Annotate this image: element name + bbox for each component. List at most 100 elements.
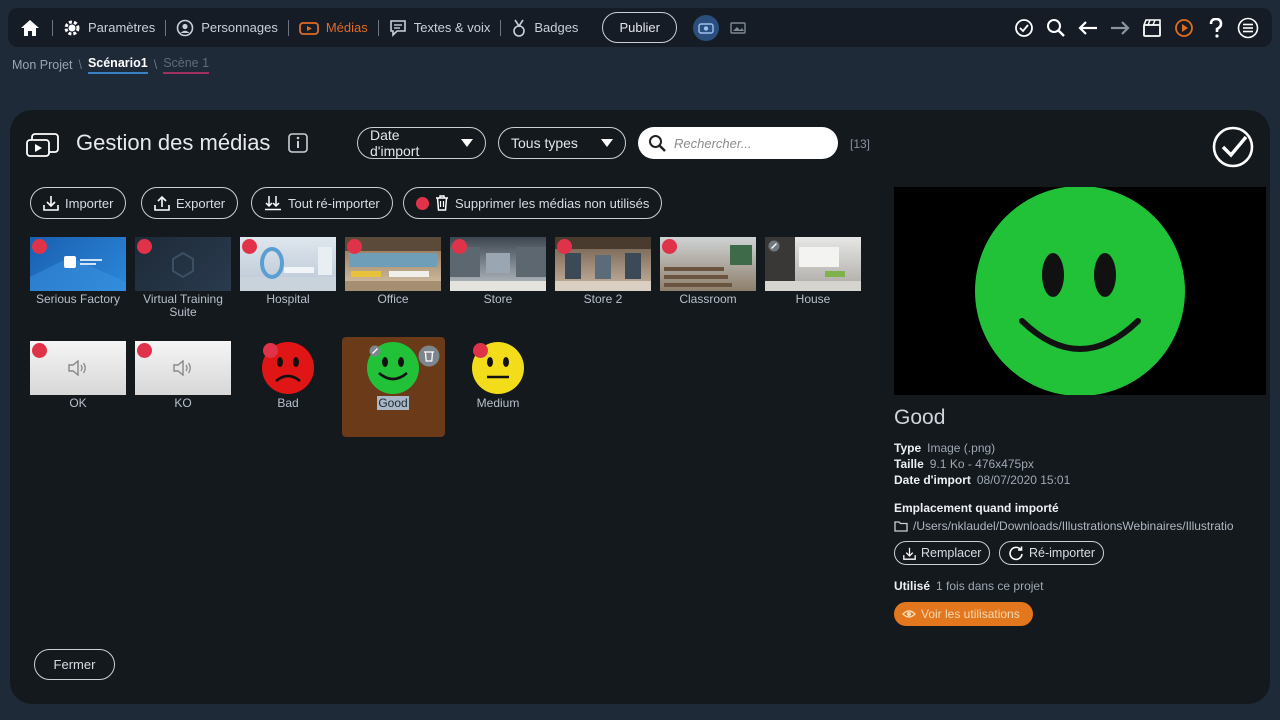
meta-used-value: 1 fois dans ce projet: [936, 579, 1044, 593]
tab-label: Textes & voix: [413, 20, 491, 35]
media-thumbnail: [240, 341, 336, 395]
tab-parametres[interactable]: Paramètres: [53, 8, 165, 47]
media-manager-panel: Gestion des médias Date d'import Tous ty…: [10, 110, 1270, 704]
breadcrumb-scene[interactable]: Scène 1: [163, 56, 210, 74]
media-preview: [894, 186, 1266, 396]
reimport-button[interactable]: Ré-importer: [999, 541, 1104, 565]
breadcrumb-separator: \: [78, 58, 82, 72]
media-thumbnail: [30, 341, 126, 395]
tab-label: Personnages: [201, 20, 278, 35]
meta-size-label: Taille: [894, 457, 924, 471]
info-icon[interactable]: [288, 133, 308, 153]
media-item-store[interactable]: Store: [450, 237, 546, 306]
unused-indicator-dot: [416, 196, 429, 210]
close-button[interactable]: Fermer: [34, 649, 115, 680]
tab-textes-voix[interactable]: Textes & voix: [379, 8, 501, 47]
clapperboard-button[interactable]: [1136, 8, 1168, 47]
media-label: Store 2: [583, 292, 623, 306]
reimport-label: Ré-importer: [1029, 546, 1095, 560]
location-path-text: /Users/nklaudel/Downloads/IllustrationsW…: [913, 519, 1234, 533]
publish-button[interactable]: Publier: [602, 12, 677, 43]
tab-personnages[interactable]: Personnages: [166, 8, 288, 47]
media-item-ko[interactable]: KO: [135, 341, 231, 410]
tab-medias[interactable]: Médias: [289, 8, 378, 47]
media-label: Hospital: [266, 292, 310, 306]
breadcrumb-project[interactable]: Mon Projet: [12, 58, 72, 72]
redo-button[interactable]: [1104, 8, 1136, 47]
media-item-ok[interactable]: OK: [30, 341, 126, 410]
media-item-virtual-training-suite[interactable]: Virtual Training Suite: [135, 237, 231, 319]
validate-button[interactable]: [1008, 8, 1040, 47]
media-thumbnail: [30, 237, 126, 291]
import-button[interactable]: Importer: [30, 187, 127, 219]
unused-indicator-dot: [557, 239, 572, 254]
eye-icon: [902, 610, 916, 618]
search-button[interactable]: [1040, 8, 1072, 47]
search-icon: [1047, 18, 1065, 37]
play-button[interactable]: [1168, 8, 1200, 47]
meta-date-value: 08/07/2020 15:01: [976, 473, 1071, 487]
replace-button[interactable]: Remplacer: [894, 541, 991, 565]
undo-button[interactable]: [1072, 8, 1104, 47]
media-item-bad[interactable]: Bad: [240, 341, 336, 410]
media-thumbnail: [345, 237, 441, 291]
image-icon: [730, 21, 746, 34]
import-label: Importer: [65, 195, 114, 211]
selected-media-label: Good: [377, 396, 409, 410]
export-button[interactable]: Exporter: [141, 187, 239, 219]
media-item-office[interactable]: Office: [345, 237, 441, 306]
reimport-all-button[interactable]: Tout ré-importer: [251, 187, 393, 219]
type-filter-select[interactable]: Tous types: [498, 127, 626, 159]
breadcrumb-scenario[interactable]: Scénario1: [87, 56, 148, 74]
media-count: [13]: [850, 137, 871, 151]
media-thumbnail: [135, 237, 231, 291]
camera-scene-icon: [698, 22, 714, 34]
unused-indicator-dot: [347, 239, 362, 254]
help-button[interactable]: [1200, 8, 1232, 47]
media-item-hospital[interactable]: Hospital: [240, 237, 336, 306]
scene-mode-button[interactable]: [692, 14, 719, 41]
delete-unused-button[interactable]: Supprimer les médias non utilisés: [403, 187, 663, 219]
unused-indicator-dot: [662, 239, 677, 254]
breadcrumb: Mon Projet \ Scénario1 \ Scène 1: [12, 56, 210, 74]
media-item-house[interactable]: House: [765, 237, 861, 306]
media-item-serious-factory[interactable]: Serious Factory: [30, 237, 126, 306]
trash-icon: [436, 195, 448, 211]
media-item-classroom[interactable]: Classroom: [660, 237, 756, 306]
replace-label: Remplacer: [921, 546, 982, 560]
top-toolbar: Paramètres Personnages Médias Textes & v…: [8, 8, 1272, 47]
help-icon: [1209, 17, 1223, 38]
upload-icon: [154, 195, 170, 211]
speaker-icon: [68, 360, 86, 376]
panel-title: Gestion des médias: [76, 130, 271, 155]
media-library-icon: [26, 133, 59, 157]
delete-unused-label: Supprimer les médias non utilisés: [455, 195, 650, 211]
media-thumbnail: [135, 341, 231, 395]
media-thumbnail: [660, 237, 756, 291]
sort-select[interactable]: Date d'import: [357, 127, 486, 159]
search-input[interactable]: [674, 135, 824, 151]
speaker-icon: [173, 360, 191, 376]
media-label: Good: [345, 396, 441, 410]
link-icon: [768, 240, 780, 252]
unused-indicator-dot: [242, 239, 257, 254]
type-select-value: Tous types: [511, 135, 578, 151]
image-mode-button[interactable]: [725, 15, 751, 41]
media-item-good[interactable]: Good: [345, 341, 441, 410]
search-box[interactable]: [638, 127, 838, 159]
main-menu-button[interactable]: [1232, 8, 1264, 47]
media-item-store-2[interactable]: Store 2: [555, 237, 651, 306]
media-thumbnail: [450, 237, 546, 291]
home-button[interactable]: [8, 8, 52, 47]
unused-indicator-dot: [32, 239, 47, 254]
confirm-check-icon[interactable]: [1212, 126, 1254, 168]
view-uses-button[interactable]: Voir les utilisations: [894, 602, 1033, 626]
folder-icon: [894, 521, 908, 532]
unused-indicator-dot: [263, 343, 278, 358]
trash-icon[interactable]: [418, 345, 440, 367]
tab-badges[interactable]: Badges: [501, 8, 588, 47]
media-item-medium[interactable]: Medium: [450, 341, 546, 410]
refresh-icon: [1009, 546, 1023, 561]
reimport-all-label: Tout ré-importer: [288, 195, 380, 211]
double-download-icon: [265, 196, 281, 211]
